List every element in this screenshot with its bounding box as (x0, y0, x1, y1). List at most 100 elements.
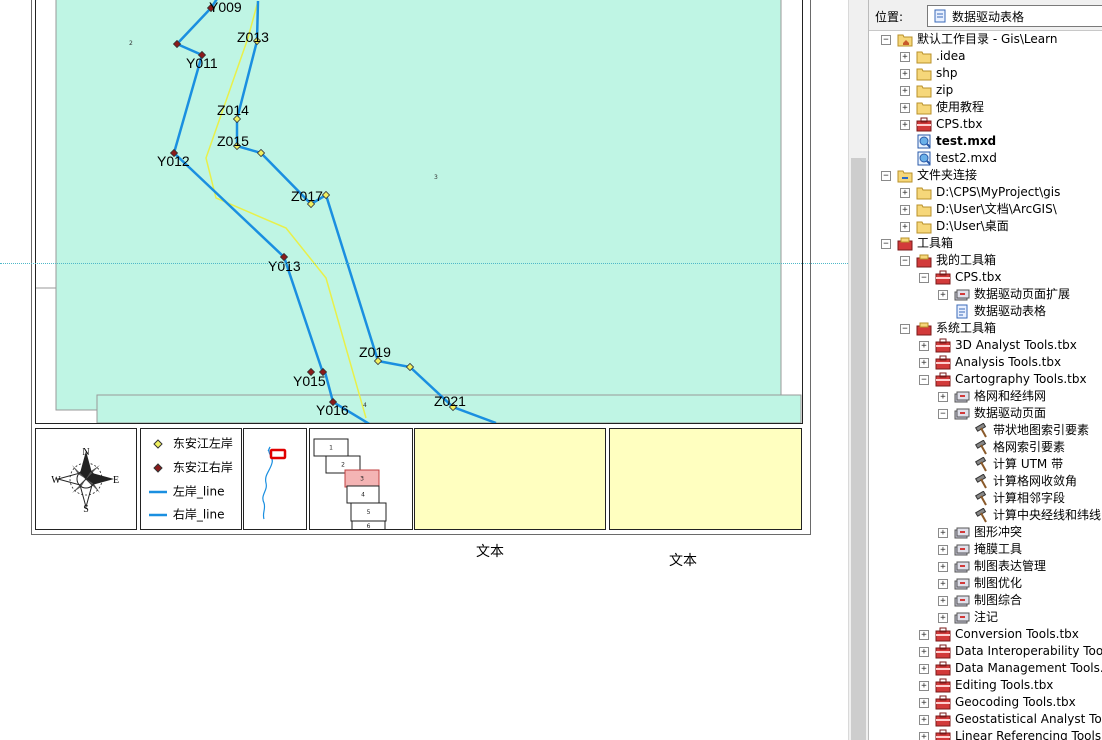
catalog-item[interactable]: + 掩膜工具 (869, 541, 1102, 558)
catalog-item[interactable]: + Conversion Tools.tbx (869, 626, 1102, 643)
expand-icon[interactable]: + (919, 664, 929, 674)
catalog-item[interactable]: + Data Management Tools.tbx (869, 660, 1102, 677)
scrollbar-thumb[interactable] (851, 158, 866, 740)
catalog-item[interactable]: − 我的工具箱 (869, 252, 1102, 269)
expand-icon[interactable]: + (900, 188, 910, 198)
catalog-item[interactable]: test2.mxd (869, 150, 1102, 167)
catalog-item[interactable]: + Geocoding Tools.tbx (869, 694, 1102, 711)
home-folder-icon (897, 32, 913, 47)
expand-icon[interactable]: + (900, 86, 910, 96)
expand-icon[interactable]: + (900, 120, 910, 130)
catalog-item-label: 数据驱动页面 (974, 406, 1047, 420)
catalog-item[interactable]: + Linear Referencing Tools.tbx (869, 728, 1102, 740)
catalog-item[interactable]: − 默认工作目录 - Gis\Learn (869, 31, 1102, 48)
expand-icon[interactable]: + (938, 392, 948, 402)
collapse-icon[interactable]: − (881, 171, 891, 181)
collapse-icon[interactable]: − (900, 256, 910, 266)
text-frame-2[interactable] (609, 428, 802, 530)
catalog-item[interactable]: + D:\User\桌面 (869, 218, 1102, 235)
text-frame-1[interactable] (414, 428, 606, 530)
expand-icon[interactable]: + (900, 69, 910, 79)
catalog-item[interactable]: + 图形冲突 (869, 524, 1102, 541)
expand-icon[interactable]: + (900, 222, 910, 232)
collapse-icon[interactable]: − (919, 273, 929, 283)
expand-icon[interactable]: + (919, 732, 929, 740)
expand-icon[interactable]: + (938, 613, 948, 623)
expand-icon[interactable]: + (919, 681, 929, 691)
catalog-item[interactable]: + Editing Tools.tbx (869, 677, 1102, 694)
catalog-item[interactable]: + D:\User\文档\ArcGIS\ (869, 201, 1102, 218)
legend-frame[interactable]: 东安江左岸 东安江右岸 左岸_line 右岸_line (140, 428, 242, 530)
catalog-item[interactable]: +3D Analyst Tools.tbx (869, 337, 1102, 354)
catalog-item[interactable]: 计算 UTM 带 (869, 456, 1102, 473)
catalog-item[interactable]: + 数据驱动页面扩展 (869, 286, 1102, 303)
layout-guide[interactable] (0, 263, 848, 264)
page-number-label: 2 (129, 40, 133, 47)
catalog-item[interactable]: + 制图优化 (869, 575, 1102, 592)
collapse-icon[interactable]: − (881, 239, 891, 249)
catalog-item[interactable]: − 系统工具箱 (869, 320, 1102, 337)
catalog-item-label: Data Interoperability Tools.tbx (955, 644, 1102, 658)
expand-icon[interactable]: + (938, 579, 948, 589)
catalog-item[interactable]: + Data Interoperability Tools.tbx (869, 643, 1102, 660)
left-bank-point-label: Y016 (316, 402, 349, 418)
text-element-2[interactable]: 文本 (669, 550, 697, 570)
expand-icon[interactable]: + (900, 52, 910, 62)
text-element-1[interactable]: 文本 (476, 541, 504, 561)
catalog-item[interactable]: 格网索引要素 (869, 439, 1102, 456)
catalog-item[interactable]: test.mxd (869, 133, 1102, 150)
catalog-item[interactable]: + 注记 (869, 609, 1102, 626)
toolset-icon (954, 406, 970, 421)
expand-icon[interactable]: + (938, 545, 948, 555)
catalog-item[interactable]: − CPS.tbx (869, 269, 1102, 286)
data-frame[interactable]: Y009 Y011 Y012 Y013 Y015 Y016 Z013 Z014 Z015 Z017… (35, 0, 803, 424)
catalog-item[interactable]: 计算相邻字段 (869, 490, 1102, 507)
collapse-icon[interactable]: − (881, 35, 891, 45)
expand-icon[interactable]: + (938, 528, 948, 538)
toolbox-icon (935, 372, 951, 387)
expand-icon[interactable]: + (938, 290, 948, 300)
collapse-icon[interactable]: − (900, 324, 910, 334)
expand-icon[interactable]: + (938, 596, 948, 606)
overview-map-frame[interactable] (243, 428, 307, 530)
catalog-item[interactable]: + .idea (869, 48, 1102, 65)
catalog-item[interactable]: − Cartography Tools.tbx (869, 371, 1102, 388)
catalog-item[interactable]: + 使用教程 (869, 99, 1102, 116)
expand-icon[interactable]: + (919, 358, 929, 368)
layout-scrollbar[interactable] (848, 0, 869, 740)
catalog-item[interactable]: − 工具箱 (869, 235, 1102, 252)
expand-icon[interactable]: + (938, 562, 948, 572)
expand-icon[interactable]: + (919, 630, 929, 640)
expand-icon[interactable]: + (919, 647, 929, 657)
catalog-item[interactable]: 数据驱动表格 (869, 303, 1102, 320)
collapse-icon[interactable]: − (919, 375, 929, 385)
catalog-item[interactable]: 计算中央经线和纬线 (869, 507, 1102, 524)
catalog-item[interactable]: + D:\CPS\MyProject\gis (869, 184, 1102, 201)
catalog-item[interactable]: 计算格网收敛角 (869, 473, 1102, 490)
catalog-item[interactable]: + 格网和经纬网 (869, 388, 1102, 405)
compass-e: E (113, 475, 119, 486)
location-input[interactable]: 数据驱动表格 (927, 5, 1102, 27)
collapse-icon[interactable]: − (938, 409, 948, 419)
catalog-item[interactable]: − 文件夹连接 (869, 167, 1102, 184)
catalog-item[interactable]: + 制图综合 (869, 592, 1102, 609)
catalog-item[interactable]: + Analysis Tools.tbx (869, 354, 1102, 371)
north-arrow-frame[interactable]: N S E W (35, 428, 137, 530)
catalog-item[interactable]: + CPS.tbx (869, 116, 1102, 133)
catalog-item-label: 掩膜工具 (974, 542, 1023, 556)
catalog-item-label: 3D Analyst Tools.tbx (955, 338, 1077, 352)
catalog-item[interactable]: + Geostatistical Analyst Tools.tbx (869, 711, 1102, 728)
expand-icon[interactable]: + (900, 103, 910, 113)
catalog-item[interactable]: − 数据驱动页面 (869, 405, 1102, 422)
layout-view[interactable]: Y009 Y011 Y012 Y013 Y015 Y016 Z013 Z014 Z015 Z017… (0, 0, 848, 740)
catalog-item[interactable]: + 制图表达管理 (869, 558, 1102, 575)
expand-icon[interactable]: + (919, 698, 929, 708)
script-icon (934, 9, 946, 23)
catalog-item[interactable]: + zip (869, 82, 1102, 99)
index-map-frame[interactable]: 1 2 3 4 5 6 (309, 428, 413, 532)
expand-icon[interactable]: + (919, 341, 929, 351)
expand-icon[interactable]: + (919, 715, 929, 725)
catalog-item[interactable]: 带状地图索引要素 (869, 422, 1102, 439)
expand-icon[interactable]: + (900, 205, 910, 215)
catalog-item[interactable]: + shp (869, 65, 1102, 82)
